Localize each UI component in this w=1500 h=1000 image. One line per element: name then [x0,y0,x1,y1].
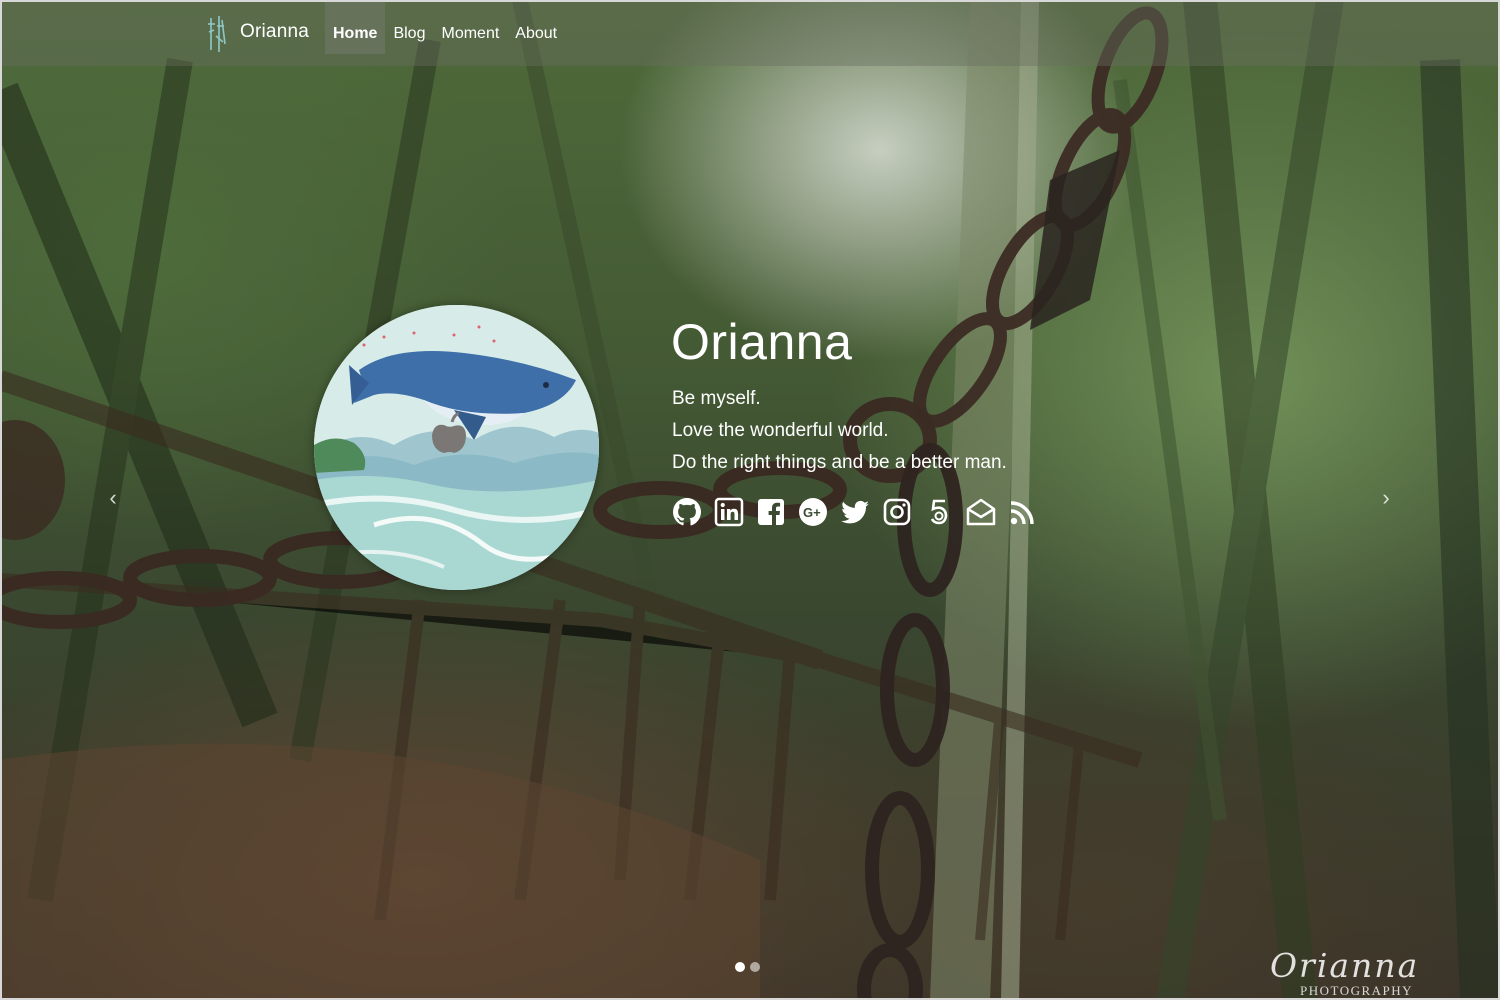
motto-line: Do the right things and be a better man. [672,452,1007,473]
navbar: Orianna Home Blog Moment About [2,2,1498,66]
nav-item-home[interactable]: Home [325,2,386,54]
main-nav: Home Blog Moment About [325,2,565,54]
carousel-indicator-1[interactable] [735,962,745,972]
nav-link-home[interactable]: Home [333,25,377,42]
social-links: G+ [671,496,1039,528]
facebook-icon[interactable] [755,496,787,528]
carousel-prev-button[interactable]: ‹ [103,485,123,511]
500px-icon[interactable] [923,496,955,528]
nav-item-about[interactable]: About [507,2,565,54]
watermark-subtitle: PHOTOGRAPHY [1300,983,1414,998]
carousel-next-button[interactable]: › [1376,485,1396,511]
nav-link-blog[interactable]: Blog [393,25,425,42]
nav-link-about[interactable]: About [515,25,557,42]
carousel-indicators [735,962,760,972]
brand-logo-icon[interactable] [207,14,227,54]
nav-link-moment[interactable]: Moment [441,25,499,42]
twitter-icon[interactable] [839,496,871,528]
nav-item-moment[interactable]: Moment [433,2,507,54]
linkedin-icon[interactable] [713,496,745,528]
motto-line: Be myself. [672,388,761,409]
profile-name: Orianna [671,314,853,370]
whale-illustration [314,305,599,590]
github-icon[interactable] [671,496,703,528]
avatar [314,305,599,590]
carousel-indicator-2[interactable] [750,962,760,972]
instagram-icon[interactable] [881,496,913,528]
watermark-title: Orianna [1270,946,1420,985]
email-icon[interactable] [965,496,997,528]
motto-line: Love the wonderful world. [672,420,889,441]
brand-name[interactable]: Orianna [240,21,309,43]
photo-watermark: Orianna PHOTOGRAPHY [1270,946,1450,998]
hero-carousel: Orianna Home Blog Moment About Orianna B… [0,0,1500,1000]
svg-text:G+: G+ [803,505,821,520]
nav-item-blog[interactable]: Blog [385,2,433,54]
google-plus-icon[interactable]: G+ [797,496,829,528]
rss-icon[interactable] [1007,496,1039,528]
